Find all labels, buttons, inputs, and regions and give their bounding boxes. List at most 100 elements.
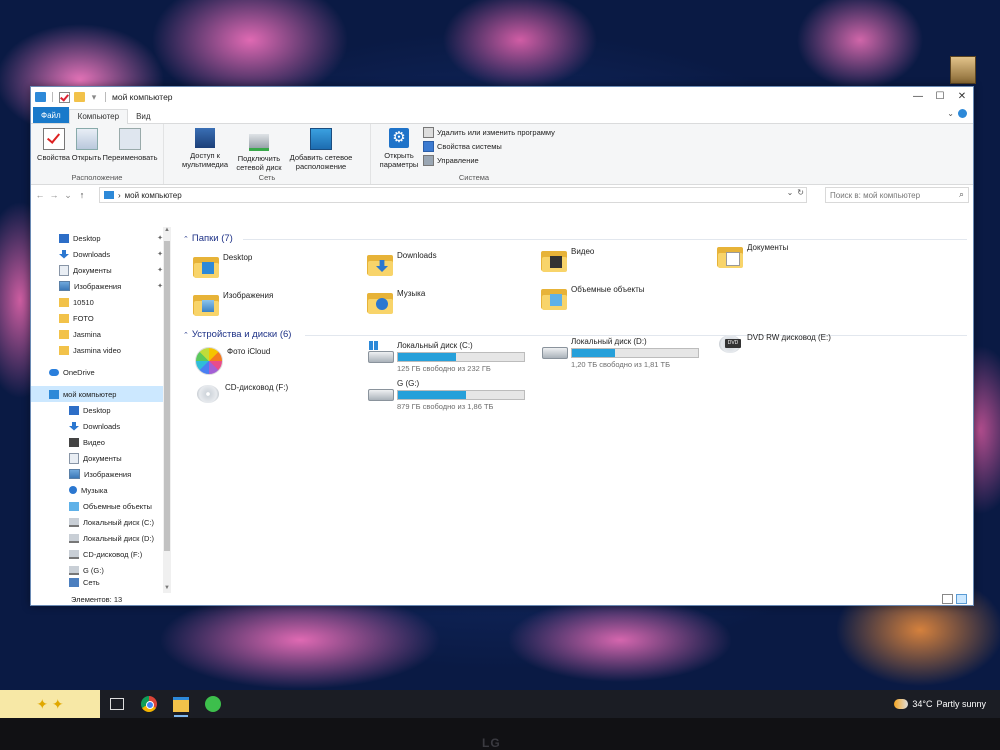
add-location-line2: расположение [295,162,347,171]
folder-icon [59,313,69,323]
taskbar-chrome[interactable] [134,690,164,718]
breadcrumb-chevron-icon[interactable]: › [118,191,121,200]
device-tile-cd-f[interactable]: CD-дисковод (F:) [195,383,288,405]
maximize-button[interactable]: ☐ [929,87,951,105]
breadcrumb-current[interactable]: мой компьютер [125,191,182,200]
nav-item-pc-3d-objects[interactable]: Объемные объекты [31,498,171,514]
uninstall-program-button[interactable]: Удалить или изменить программу [423,127,555,138]
nav-item-pictures[interactable]: Изображения ✦ [31,278,171,294]
nav-item-folder-jasmina-video[interactable]: Jasmina video [31,342,171,358]
task-view-button[interactable] [102,690,132,718]
devices-group-header[interactable]: ⌃ Устройства и диски (6) [183,329,291,340]
help-icon[interactable] [958,109,967,118]
nav-item-drive-c[interactable]: Локальный диск (C:) [31,514,171,530]
nav-label: мой компьютер [63,389,117,399]
nav-item-pc-pictures[interactable]: Изображения [31,466,171,482]
tab-file[interactable]: Файл [33,107,69,123]
title-bar[interactable]: ▾ мой компьютер — ☐ ✕ [31,87,973,107]
properties-icon [42,128,65,150]
folder-tile-3d-objects[interactable]: Объемные объекты [541,285,645,311]
nav-item-drive-g[interactable]: G (G:) [31,562,171,578]
manage-button[interactable]: Управление [423,155,555,166]
new-folder-quick-icon[interactable] [74,92,85,102]
nav-item-folder-jasmina[interactable]: Jasmina [31,326,171,342]
expand-ribbon-icon[interactable]: ⌄ [947,109,954,118]
media-access-button[interactable]: Доступ к мультимедиа [178,128,232,172]
weather-widget[interactable]: 34°C Partly sunny [894,690,986,718]
nav-item-drive-f[interactable]: CD-дисковод (F:) [31,546,171,562]
device-tile-drive-c[interactable]: Локальный диск (C:) 125 ГБ свободно из 2… [367,341,525,373]
device-tile-icloud-photos[interactable]: Фото iCloud [195,347,270,375]
desktop-icon [69,405,79,415]
scroll-down-icon[interactable]: ▼ [163,585,171,593]
nav-item-desktop[interactable]: Desktop ✦ [31,230,171,246]
system-properties-button[interactable]: Свойства системы [423,141,555,152]
settings-line1: Открыть [384,151,414,160]
rename-label: Переименовать [102,153,158,162]
nav-item-pc-desktop[interactable]: Desktop [31,402,171,418]
refresh-icon[interactable]: ↻ [797,188,804,197]
this-pc-icon [49,389,59,399]
nav-item-this-pc[interactable]: мой компьютер [31,386,171,402]
nav-item-pc-music[interactable]: Музыка [31,482,171,498]
folder-tile-music[interactable]: Музыка [367,289,425,315]
folders-group-header[interactable]: ⌃ Папки (7) [183,233,233,244]
collapse-chevron-icon[interactable]: ⌃ [183,235,189,243]
nav-item-pc-downloads[interactable]: Downloads [31,418,171,434]
nav-item-pc-documents[interactable]: Документы [31,450,171,466]
taskbar-app[interactable] [198,690,228,718]
map-network-drive-button[interactable]: Подключить сетевой диск [232,128,286,172]
desktop-shortcut-icon[interactable] [950,56,976,84]
nav-item-downloads[interactable]: Downloads ✦ [31,246,171,262]
properties-quick-icon[interactable] [59,91,70,103]
address-dropdown-icon[interactable]: ⌄ [787,188,794,197]
device-tile-drive-g[interactable]: G (G:) 879 ГБ свободно из 1,86 ТБ [367,379,525,411]
nav-item-network[interactable]: Сеть [31,578,171,588]
task-view-icon [110,698,124,710]
collapse-chevron-icon[interactable]: ⌃ [183,331,189,339]
open-button[interactable]: Открыть [70,128,103,172]
cd-drive-icon [195,383,221,405]
close-button[interactable]: ✕ [951,87,973,105]
search-input[interactable]: Поиск в: мой компьютер ⌕ [825,187,969,203]
device-tile-drive-d[interactable]: Локальный диск (D:) 1,20 ТБ свободно из … [541,337,699,369]
network-location-icon [310,128,332,150]
address-bar[interactable]: › мой компьютер ⌄ ↻ [99,187,807,203]
open-settings-button[interactable]: ⚙ Открыть параметры [380,128,418,172]
up-arrow-icon[interactable]: ↑ [77,190,87,200]
back-arrow-icon[interactable]: ← [35,190,45,200]
nav-scrollbar[interactable]: ▲ ▼ [163,227,171,593]
tiles-view-icon[interactable] [956,594,967,604]
folder-tile-video[interactable]: Видео [541,247,594,273]
customize-toolbar-icon[interactable]: ▾ [89,92,99,103]
nav-item-pc-video[interactable]: Видео [31,434,171,450]
widgets-sparkle-icon[interactable]: ✦ ✦ [0,690,100,718]
folder-tile-downloads[interactable]: Downloads [367,251,437,277]
details-view-icon[interactable] [942,594,953,604]
add-network-location-button[interactable]: Добавить сетевое расположение [286,128,356,172]
device-tile-dvd-e[interactable]: DVD DVD RW дисковод (E:) [717,333,831,355]
nav-item-drive-d[interactable]: Локальный диск (D:) [31,530,171,546]
add-location-line1: Добавить сетевое [289,153,353,162]
taskbar-file-explorer[interactable] [166,690,196,718]
scroll-up-icon[interactable]: ▲ [163,227,171,235]
drive-free-space: 1,20 ТБ свободно из 1,81 ТБ [571,360,671,369]
nav-item-folder-foto[interactable]: FOTO [31,310,171,326]
nav-item-documents[interactable]: Документы ✦ [31,262,171,278]
properties-button[interactable]: Свойства [37,128,70,172]
tab-computer[interactable]: Компьютер [68,109,129,124]
minimize-button[interactable]: — [907,87,929,105]
folder-tile-documents[interactable]: Документы [717,243,788,269]
forward-arrow-icon[interactable]: → [49,190,59,200]
uninstall-icon [423,127,434,138]
folder-tile-desktop[interactable]: Desktop [193,253,252,279]
address-row: ← → ⌄ ↑ › мой компьютер ⌄ ↻ Поиск в: мой… [31,185,973,205]
nav-label: Локальный диск (D:) [83,533,154,543]
recent-locations-icon[interactable]: ⌄ [63,190,73,201]
folder-tile-pictures[interactable]: Изображения [193,291,273,317]
tab-view[interactable]: Вид [128,110,158,123]
scroll-thumb[interactable] [164,241,170,551]
nav-item-onedrive[interactable]: OneDrive [31,364,171,380]
rename-button[interactable]: Переименовать [102,128,158,172]
nav-item-folder-10510[interactable]: 10510 [31,294,171,310]
